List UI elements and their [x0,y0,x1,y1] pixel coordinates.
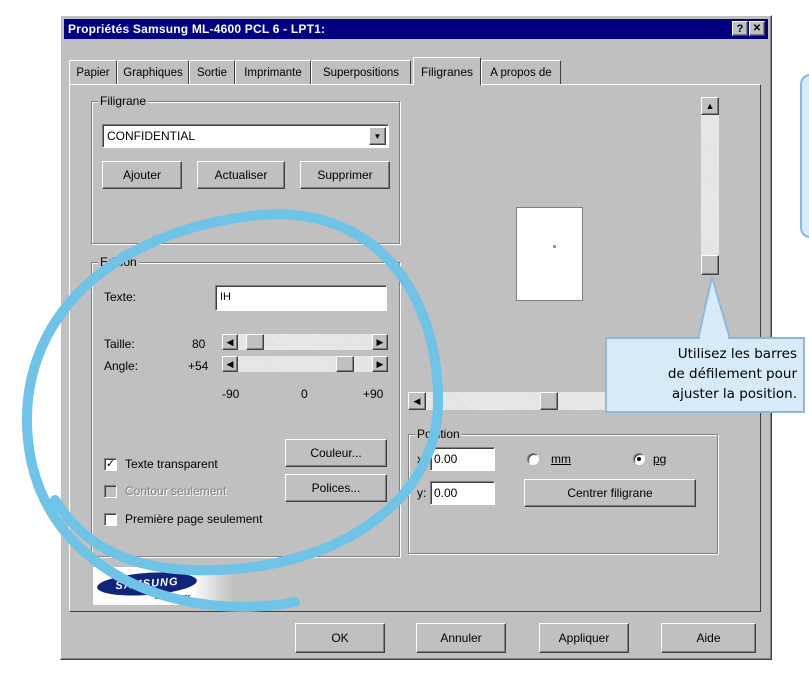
first-page-checkbox[interactable] [104,512,117,526]
transparent-checkbox[interactable]: ✓ [104,457,117,471]
outline-label: Contour seulement [125,484,227,498]
tab-papier[interactable]: Papier [69,60,117,84]
angle-slider[interactable]: ◀ ▶ [222,356,388,372]
angle-label: Angle: [104,359,139,373]
size-right-arrow[interactable]: ▶ [372,334,388,350]
help-button[interactable]: Aide [661,623,756,653]
angle-value: +54 [188,359,209,373]
unit-pg-radio-row[interactable]: pg [633,452,666,466]
hscroll-left-arrow[interactable]: ◀ [408,392,426,410]
color-button[interactable]: Couleur... [285,439,387,467]
watermark-select[interactable]: CONFIDENTIAL ▼ [102,124,389,148]
first-page-checkbox-row[interactable]: Première page seulement [104,512,262,526]
fonts-button[interactable]: Polices... [285,474,387,502]
unit-mm-radio[interactable] [527,453,539,465]
hscroll-track[interactable] [426,392,608,410]
angle-scale-min: -90 [222,387,240,401]
vertical-position-scrollbar[interactable]: ▲ [701,97,719,275]
tab-graphiques[interactable]: Graphiques [117,60,189,84]
outline-checkbox-row[interactable]: Contour seulement [104,484,226,498]
callout-line-1: Utilisez les barres [677,346,797,362]
angle-right-arrow[interactable]: ▶ [372,356,388,372]
close-icon: ✕ [752,23,762,34]
tab-superpositions[interactable]: Superpositions [311,60,411,84]
window-title: Propriétés Samsung ML-4600 PCL 6 - LPT1: [68,22,326,36]
size-slider[interactable]: ◀ ▶ [222,334,388,350]
position-group: Position x: 0.00 y: 0.00 mm pg Centrer f… [408,427,718,554]
dropdown-arrow-button[interactable]: ▼ [369,127,386,145]
ok-button[interactable]: OK [295,623,385,653]
angle-scale-max: +90 [363,387,384,401]
callout-line-2: de défilement pour [667,366,797,382]
vscroll-up-arrow[interactable]: ▲ [701,97,719,115]
samsung-logo: SAMSUNG ELECTRONICS [93,567,233,605]
hscroll-thumb[interactable] [540,392,558,410]
unit-pg-label: pg [653,452,667,466]
tab-a-propos[interactable]: A propos de [481,60,561,84]
first-page-label: Première page seulement [125,512,263,526]
page-preview [516,207,583,301]
tab-imprimante[interactable]: Imprimante [235,60,311,84]
watermark-text-input[interactable]: IH [215,285,387,311]
preview-watermark-mark [553,245,556,248]
update-button[interactable]: Actualiser [197,161,285,189]
size-label: Taille: [104,337,135,351]
size-value: 80 [192,337,206,351]
edition-group: Edition Texte: IH Taille: 80 ◀ ▶ Angle: … [91,255,400,557]
angle-thumb[interactable] [336,356,354,372]
y-input[interactable]: 0.00 [430,481,495,505]
size-left-arrow[interactable]: ◀ [222,334,238,350]
cancel-button[interactable]: Annuler [416,623,506,653]
vscroll-track[interactable] [701,115,719,275]
callout-line-3: ajuster la position. [671,386,797,402]
y-label: y: [417,486,427,500]
side-decoration-card [800,74,809,238]
delete-button[interactable]: Supprimer [300,161,390,189]
tab-filigranes[interactable]: Filigranes [413,57,481,85]
filigrane-group-label: Filigrane [98,94,149,108]
apply-button[interactable]: Appliquer [539,623,629,653]
outline-checkbox[interactable] [104,484,117,498]
filigrane-group: Filigrane CONFIDENTIAL ▼ Ajouter Actuali… [91,94,400,244]
x-input[interactable]: 0.00 [430,447,495,471]
unit-pg-radio[interactable] [633,453,645,465]
help-icon: ? [736,22,744,35]
angle-left-arrow[interactable]: ◀ [222,356,238,372]
title-bar: Propriétés Samsung ML-4600 PCL 6 - LPT1:… [64,19,768,39]
tab-sortie[interactable]: Sortie [189,60,235,84]
transparent-label: Texte transparent [125,457,218,471]
tab-strip: Papier Graphiques Sortie Imprimante Supe… [69,57,759,86]
close-title-button[interactable]: ✕ [749,21,765,36]
edition-group-label: Edition [98,255,139,269]
transparent-checkbox-row[interactable]: ✓ Texte transparent [104,457,218,471]
unit-mm-radio-row[interactable]: mm [527,452,571,466]
unit-mm-label: mm [551,452,571,466]
help-title-button[interactable]: ? [732,21,748,36]
vscroll-thumb[interactable] [701,255,719,275]
watermark-select-value: CONFIDENTIAL [107,129,196,143]
add-button[interactable]: Ajouter [102,161,182,189]
size-thumb[interactable] [246,334,264,350]
position-callout: Utilisez les barres de défilement pour a… [605,337,805,413]
angle-scale-mid: 0 [301,387,308,401]
center-watermark-button[interactable]: Centrer filigrane [524,479,696,507]
x-label: x: [417,452,427,466]
chevron-down-icon: ▼ [373,131,382,141]
horizontal-position-scrollbar[interactable]: ◀ [408,392,608,410]
position-group-label: Position [415,427,462,441]
text-label: Texte: [104,290,137,304]
callout-pointer-join [700,336,728,340]
